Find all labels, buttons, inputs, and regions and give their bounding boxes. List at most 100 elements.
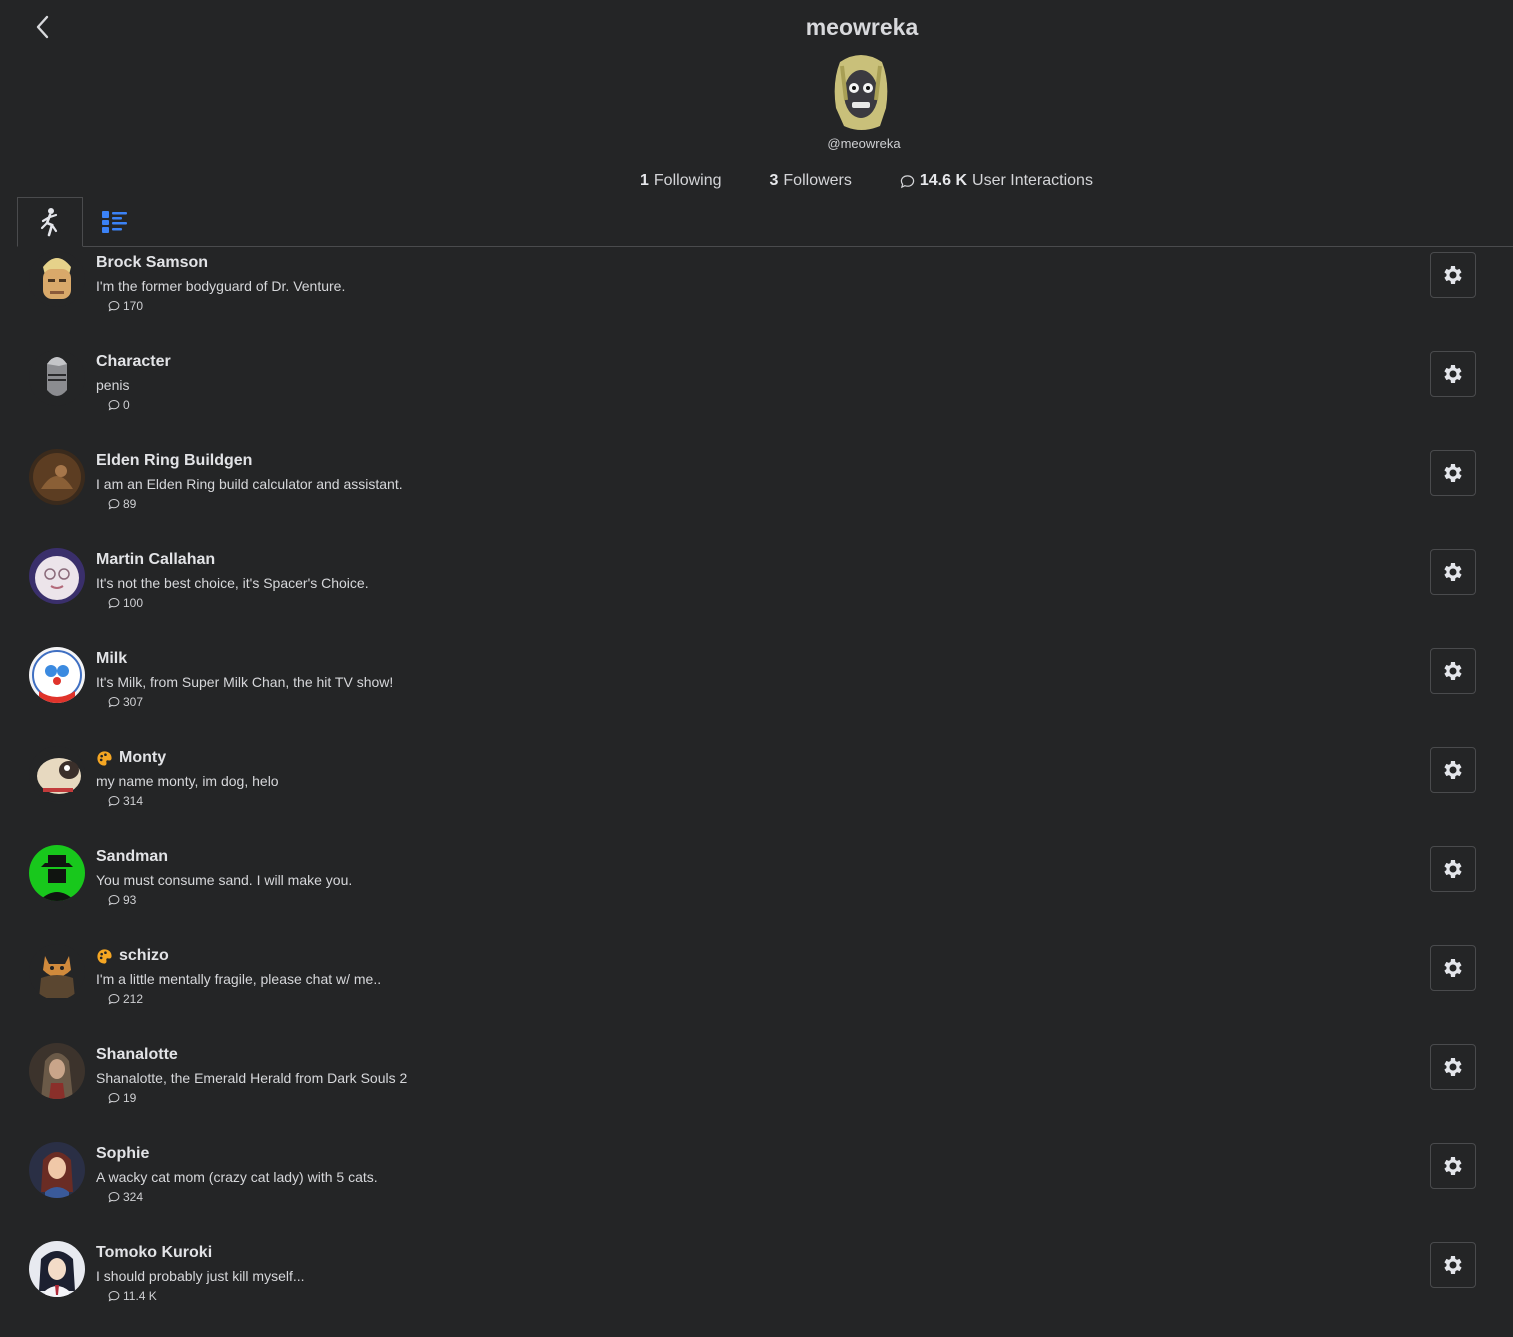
interaction-count: 324 — [108, 1190, 143, 1204]
settings-button[interactable] — [1430, 945, 1476, 991]
character-name[interactable]: schizo — [96, 947, 169, 965]
character-description: It's not the best choice, it's Spacer's … — [96, 575, 369, 591]
settings-button[interactable] — [1430, 1242, 1476, 1288]
list-item[interactable]: Tomoko Kuroki I should probably just kil… — [0, 1238, 1513, 1337]
character-name[interactable]: Milk — [96, 650, 127, 668]
chat-bubble-icon — [108, 696, 120, 708]
profile-tabs — [17, 197, 1513, 247]
list-item[interactable]: Shanalotte Shanalotte, the Emerald Heral… — [0, 1040, 1513, 1139]
list-tab-icon — [102, 210, 127, 233]
interaction-count: 11.4 K — [108, 1289, 157, 1303]
interaction-count: 314 — [108, 794, 143, 808]
gear-icon — [1444, 1157, 1462, 1175]
list-item[interactable]: Martin Callahan It's not the best choice… — [0, 545, 1513, 644]
list-item[interactable]: Brock Samson I'm the former bodyguard of… — [0, 248, 1513, 347]
avatar — [29, 1241, 85, 1297]
chat-bubble-icon — [108, 795, 120, 807]
interactions-count: 14.6 K — [919, 172, 968, 189]
character-name[interactable]: Shanalotte — [96, 1046, 178, 1064]
interaction-count: 93 — [108, 893, 136, 907]
chat-bubble-icon — [108, 1191, 120, 1203]
list-item[interactable]: Monty my name monty, im dog, helo 314 — [0, 743, 1513, 842]
profile-handle: @meowreka — [827, 136, 901, 151]
interaction-count-value: 19 — [123, 1091, 137, 1105]
following-label: Following — [653, 172, 722, 189]
list-item[interactable]: Sophie A wacky cat mom (crazy cat lady) … — [0, 1139, 1513, 1238]
character-description: I'm the former bodyguard of Dr. Venture. — [96, 278, 346, 294]
character-name[interactable]: Monty — [96, 749, 166, 767]
chat-bubble-icon — [108, 597, 120, 609]
list-item[interactable]: Milk It's Milk, from Super Milk Chan, th… — [0, 644, 1513, 743]
character-description: penis — [96, 377, 130, 393]
tab-list[interactable] — [83, 197, 147, 246]
interaction-count-value: 307 — [123, 695, 144, 709]
settings-button[interactable] — [1430, 846, 1476, 892]
chat-bubble-icon — [108, 1290, 120, 1302]
characters-tab-icon — [40, 208, 58, 237]
interaction-count-value: 93 — [123, 893, 137, 907]
gear-icon — [1444, 959, 1462, 977]
gear-icon — [1444, 464, 1462, 482]
followers-label: Followers — [783, 172, 852, 189]
profile-avatar — [830, 52, 892, 132]
chat-bubble-icon — [108, 993, 120, 1005]
palette-badge-icon — [97, 750, 112, 766]
character-name-text: Character — [96, 353, 171, 370]
gear-icon — [1444, 860, 1462, 878]
settings-button[interactable] — [1430, 1143, 1476, 1189]
character-name-text: Shanalotte — [96, 1046, 178, 1063]
settings-button[interactable] — [1430, 252, 1476, 298]
settings-button[interactable] — [1430, 351, 1476, 397]
chat-bubble-icon — [108, 894, 120, 906]
followers-stat[interactable]: 3 Followers — [770, 172, 852, 190]
character-description: Shanalotte, the Emerald Herald from Dark… — [96, 1070, 408, 1086]
interaction-count-value: 11.4 K — [123, 1289, 157, 1303]
character-list: Brock Samson I'm the former bodyguard of… — [0, 248, 1513, 1337]
gear-icon — [1444, 1058, 1462, 1076]
list-item[interactable]: Elden Ring Buildgen I am an Elden Ring b… — [0, 446, 1513, 545]
character-name[interactable]: Brock Samson — [96, 254, 208, 272]
character-name[interactable]: Tomoko Kuroki — [96, 1244, 212, 1262]
settings-button[interactable] — [1430, 1044, 1476, 1090]
interaction-count-value: 212 — [123, 992, 144, 1006]
character-description: I should probably just kill myself... — [96, 1268, 305, 1284]
character-name-text: Martin Callahan — [96, 551, 216, 568]
chat-bubble-icon — [108, 399, 120, 411]
avatar — [29, 1043, 85, 1099]
settings-button[interactable] — [1430, 648, 1476, 694]
character-name[interactable]: Sandman — [96, 848, 168, 866]
avatar — [29, 746, 85, 802]
list-item[interactable]: schizo I'm a little mentally fragile, pl… — [0, 941, 1513, 1040]
tab-characters[interactable] — [17, 197, 83, 247]
interaction-count: 212 — [108, 992, 143, 1006]
gear-icon — [1444, 563, 1462, 581]
character-description: I'm a little mentally fragile, please ch… — [96, 971, 382, 987]
character-description: I am an Elden Ring build calculator and … — [96, 476, 403, 492]
profile-stats: 1 Following 3 Followers 14.6 K User Inte… — [640, 172, 1093, 190]
avatar — [29, 944, 85, 1000]
character-name[interactable]: Sophie — [96, 1145, 149, 1163]
settings-button[interactable] — [1430, 549, 1476, 595]
character-name[interactable]: Martin Callahan — [96, 551, 215, 569]
character-name-text: Sandman — [96, 848, 169, 865]
character-name-text: Brock Samson — [96, 254, 209, 271]
character-name[interactable]: Elden Ring Buildgen — [96, 452, 252, 470]
character-description: You must consume sand. I will make you. — [96, 872, 353, 888]
avatar — [29, 449, 85, 505]
avatar — [29, 251, 85, 307]
interaction-count: 19 — [108, 1091, 136, 1105]
interaction-count-value: 170 — [123, 299, 144, 313]
interactions-label: User Interactions — [972, 172, 1093, 189]
interactions-stat: 14.6 K User Interactions — [900, 172, 1093, 190]
avatar — [29, 647, 85, 703]
settings-button[interactable] — [1430, 450, 1476, 496]
chat-bubble-icon — [108, 300, 120, 312]
character-name-text: Sophie — [96, 1145, 150, 1162]
settings-button[interactable] — [1430, 747, 1476, 793]
avatar — [29, 350, 85, 406]
character-name[interactable]: Character — [96, 353, 171, 371]
list-item[interactable]: Character penis 0 — [0, 347, 1513, 446]
list-item[interactable]: Sandman You must consume sand. I will ma… — [0, 842, 1513, 941]
following-stat[interactable]: 1 Following — [640, 172, 722, 190]
character-name-text: schizo — [119, 947, 169, 964]
